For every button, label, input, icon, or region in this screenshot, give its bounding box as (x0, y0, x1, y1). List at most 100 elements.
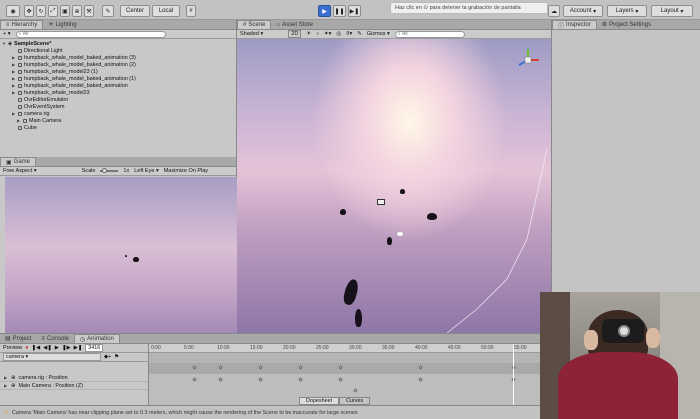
tab-hierarchy[interactable]: ≡ Hierarchy (0, 20, 44, 29)
keyframe-marker[interactable] (298, 377, 303, 382)
rect-icon[interactable]: ▣ (60, 5, 70, 17)
lighting-toggle-icon[interactable]: ☀ (306, 31, 311, 37)
hierarchy-item[interactable]: OvrEventSystem (2, 103, 234, 110)
wrench-icon[interactable]: ✎ (102, 5, 114, 17)
first-key-icon[interactable]: ❚◀ (31, 345, 40, 351)
keyframe-marker[interactable] (338, 377, 343, 382)
grid-icon: # (243, 22, 247, 28)
animation-panel: ▤ Project ≡ Console ◷ Animation Preview ● ❚… (0, 333, 541, 406)
camera-settings-icon[interactable]: ⌷▾ (346, 31, 352, 38)
prev-key-icon[interactable]: ◀❚ (43, 345, 52, 351)
tab-animation[interactable]: ◷ Animation (73, 334, 120, 343)
tab-console[interactable]: ≡ Console (36, 334, 74, 343)
scene-row[interactable]: ▼ ◈ SampleScene* (2, 40, 234, 47)
keyframe-marker[interactable] (418, 377, 423, 382)
layers-dropdown[interactable]: Layers ▾ (607, 5, 647, 17)
maximize-toggle[interactable]: Maximize On Play (164, 168, 208, 174)
keyframe-marker[interactable] (218, 377, 223, 382)
scale-icon[interactable]: ⤢ (48, 5, 58, 17)
aspect-dropdown[interactable]: Free Aspect ▾ (3, 168, 37, 174)
2d-toggle[interactable]: 2D (288, 30, 302, 38)
keyframe-add-icon[interactable]: ◆+ (104, 354, 111, 360)
add-button[interactable]: + ▾ (3, 31, 11, 37)
next-key-icon[interactable]: ❚▶ (62, 345, 71, 351)
layout-dropdown[interactable]: Layout ▾ (651, 5, 693, 17)
shading-dropdown[interactable]: Shaded ▾ (240, 31, 263, 37)
hierarchy-item[interactable]: ▶ humpback_whale_model_baked_animation (3… (2, 54, 234, 61)
effects-dropdown-icon[interactable]: ✦▾ (324, 31, 331, 37)
account-dropdown[interactable]: Account ▾ (563, 5, 603, 17)
scene-orientation-gizmo[interactable] (515, 47, 541, 73)
gameobject-icon (18, 48, 22, 53)
tab-project-settings[interactable]: ⚙ Project Settings (597, 20, 656, 29)
eye-icon[interactable]: ◉ (6, 5, 20, 17)
tab-lighting[interactable]: ☀ Lighting (43, 20, 81, 29)
transform-icon[interactable]: ⊕ (72, 5, 82, 17)
scene-search[interactable]: ⌕ All (394, 30, 465, 38)
keyframe-marker[interactable] (258, 377, 263, 382)
tab-scene[interactable]: # Scene (237, 20, 272, 29)
eye-dropdown[interactable]: Left Eye ▾ (134, 168, 158, 174)
pivot-center-button[interactable]: Center (120, 5, 150, 17)
expand-arrow-icon[interactable]: ▶ (17, 118, 21, 123)
tab-inspector[interactable]: ⓘ Inspector (552, 20, 597, 30)
curves-button[interactable]: Curves (339, 397, 371, 405)
hierarchy-item[interactable]: ▶ humpback_whale_model23 (1) (2, 68, 234, 75)
collab-icon[interactable]: ☁ (548, 5, 560, 17)
hierarchy-item[interactable]: ▶ humpback_whale_model23 (2, 89, 234, 96)
hierarchy-item-label: Main Camera (29, 117, 62, 124)
game-view[interactable] (5, 177, 237, 333)
hierarchy-item[interactable]: Cube (2, 124, 234, 131)
expand-arrow-icon[interactable]: ▶ (12, 69, 16, 74)
expand-arrow-icon[interactable]: ▶ (12, 55, 16, 60)
clip-dropdown[interactable]: camera ▾ (3, 353, 101, 361)
track-row[interactable]: ▶ ⊕ Main Camera : Position (Z) (0, 382, 148, 390)
keyframe-marker[interactable] (192, 377, 197, 382)
hierarchy-item[interactable]: ▶ humpback_whale_model_baked_animation (1… (2, 75, 234, 82)
timeline[interactable]: 0:00 5:00 10:00 15:00 20:00 25:00 30:00 35:00 40… (148, 344, 541, 406)
scene-view[interactable] (237, 39, 551, 333)
track-row[interactable]: ▶ ⊕ camera rig : Position (0, 374, 148, 382)
record-icon[interactable]: ● (25, 345, 28, 351)
last-key-icon[interactable]: ▶❚ (74, 345, 83, 351)
expand-arrow-icon[interactable]: ▶ (12, 111, 16, 116)
tab-asset-store[interactable]: ⌂ Asset Store (271, 20, 318, 29)
camera-gizmo-icon[interactable] (377, 199, 385, 205)
hierarchy-item[interactable]: Directional Light (2, 47, 234, 54)
status-bar[interactable]: ⚠ Camera 'Main Camera' has near clipping… (0, 405, 540, 419)
hierarchy-item[interactable]: ▶ camera rig (2, 110, 234, 117)
hierarchy-item[interactable]: ▶ humpback_whale_model_baked_animation (2, 82, 234, 89)
custom-tool-icon[interactable]: ⚒ (84, 5, 94, 17)
playhead[interactable] (513, 344, 514, 406)
hierarchy-item[interactable]: ▶ Main Camera (2, 117, 234, 124)
play-button[interactable]: ▶ (318, 5, 331, 17)
hierarchy-search[interactable]: ⌕ All (15, 30, 166, 38)
gizmos-dropdown[interactable]: Gizmos ▾ (367, 31, 390, 37)
expand-arrow-icon[interactable]: ▶ (12, 90, 16, 95)
preview-toggle[interactable]: Preview (3, 345, 22, 351)
play-icon[interactable]: ▶ (55, 345, 59, 351)
move-icon[interactable]: ✥ (24, 5, 34, 17)
tools-icon[interactable]: ✎ (357, 31, 362, 37)
pause-button[interactable]: ❚❚ (333, 5, 346, 17)
expand-arrow-icon[interactable]: ▶ (12, 76, 16, 81)
tab-game[interactable]: ▣ Game (0, 157, 37, 166)
rotate-icon[interactable]: ↻ (36, 5, 46, 17)
dopesheet-button[interactable]: Dopesheet (299, 397, 340, 405)
hierarchy-item[interactable]: ▶ humpback_whale_model_baked_animation (2… (2, 61, 234, 68)
expand-arrow-icon[interactable]: ▶ (12, 83, 16, 88)
scale-slider[interactable] (100, 168, 119, 173)
tab-project[interactable]: ▤ Project (0, 334, 36, 343)
step-button[interactable]: ▶❚ (348, 5, 361, 17)
pivot-local-button[interactable]: Local (152, 5, 180, 17)
event-add-icon[interactable]: ⚑ (114, 354, 119, 360)
hierarchy-item[interactable]: OvrEditorEmulator (2, 96, 234, 103)
audio-toggle-icon[interactable]: ♪ (316, 31, 319, 37)
hidden-objects-icon[interactable]: ◎ (336, 31, 341, 37)
expand-arrow-icon[interactable]: ▶ (12, 62, 16, 67)
frame-field[interactable]: 3416 (85, 344, 104, 352)
timeline-ruler[interactable]: 0:00 5:00 10:00 15:00 20:00 25:00 30:00 35:00 40… (149, 344, 541, 353)
gameobject-icon (18, 97, 22, 102)
grid-snap-icon[interactable]: # (186, 5, 196, 17)
keyframe-marker[interactable] (353, 388, 358, 393)
